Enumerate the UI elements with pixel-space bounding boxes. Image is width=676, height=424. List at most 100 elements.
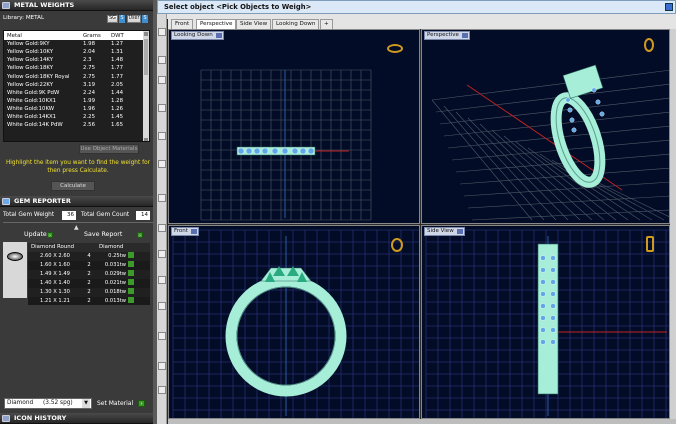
point-tool-icon[interactable]	[158, 56, 166, 64]
tab-looking-down[interactable]: Looking Down	[272, 19, 320, 29]
command-bar-toggle-icon[interactable]	[665, 3, 673, 11]
total-gem-count-label: Total Gem Count	[81, 212, 130, 218]
total-gem-weight-label: Total Gem Weight	[3, 212, 55, 218]
gem-mark	[599, 111, 605, 117]
gem-mark	[261, 147, 269, 155]
grams-column-header[interactable]: Grams	[80, 31, 108, 40]
metal-row[interactable]: Yellow Gold:22KY 3.19 2.05	[4, 81, 144, 89]
gem-mark	[550, 267, 556, 273]
gem-type-column-header[interactable]: Diamond	[99, 243, 123, 252]
side-ring-icon	[646, 236, 654, 252]
gem-row[interactable]: 2.60 X 2.60 4 0.25tw	[28, 252, 150, 261]
user-button[interactable]: User	[127, 15, 141, 23]
circle-tool-icon[interactable]	[158, 194, 166, 202]
line-tool-icon[interactable]	[158, 76, 166, 84]
metal-dwt: 1.44	[111, 89, 124, 96]
diamond-select[interactable]: Diamond (3.52 spg) ▼	[4, 398, 92, 409]
gem-row-arrow-icon[interactable]	[126, 288, 150, 297]
metal-grams: 2.25	[83, 114, 96, 121]
icon-history-icon	[2, 415, 10, 422]
tab-side-view[interactable]: Side View	[236, 19, 272, 29]
viewport-label-looking-down[interactable]: Looking Down	[171, 31, 224, 40]
gem-mark	[540, 339, 546, 345]
viewport-label-perspective[interactable]: Perspective	[424, 31, 470, 40]
polygon-tool-icon[interactable]	[158, 224, 166, 232]
metal-dwt: 1.77	[111, 65, 124, 72]
set-material-arrow-icon[interactable]: ›	[138, 400, 145, 407]
save-report-arrow-icon[interactable]: ›	[137, 232, 143, 239]
sg-button[interactable]: SG	[107, 15, 118, 23]
viewport-looking-down[interactable]: Looking Down	[168, 29, 420, 224]
tab-front[interactable]: Front	[171, 19, 194, 29]
front-ring-icon	[391, 238, 403, 252]
scroll-up-icon[interactable]	[144, 32, 148, 36]
gem-row-arrow-icon[interactable]	[126, 252, 150, 261]
solid-tool-icon[interactable]	[158, 276, 166, 284]
viewport-perspective[interactable]: Perspective	[421, 29, 670, 224]
metal-dwt: 1.31	[111, 49, 124, 56]
grid-line	[431, 99, 533, 221]
surface-tool-icon[interactable]	[158, 250, 166, 258]
metal-table-scrollbar[interactable]	[143, 31, 149, 141]
gem-shape-column-header[interactable]: Diamond Round	[31, 243, 74, 252]
update-arrow-icon[interactable]: ›	[47, 232, 53, 239]
metal-row[interactable]: Yellow Gold:9KY 1.98 1.27	[4, 40, 144, 48]
metal-row[interactable]: Yellow Gold:14KY 2.3 1.48	[4, 56, 144, 64]
gem-row-arrow-icon[interactable]	[126, 261, 150, 270]
metal-column-header[interactable]: Metal	[4, 31, 80, 40]
metal-row[interactable]: White Gold:10KW 1.96 1.26	[4, 105, 144, 113]
tab-perspective[interactable]: Perspective	[196, 19, 237, 29]
metal-weights-header: METAL WEIGHTS	[0, 0, 156, 11]
diamond-select-value: (3.52 spg)	[43, 400, 73, 406]
select-tool-icon[interactable]	[158, 28, 166, 36]
set-material-button[interactable]: Set Material	[97, 400, 133, 407]
library-label: Library: METAL	[3, 15, 45, 21]
metal-row[interactable]: White Gold:9K PdW 2.24 1.44	[4, 89, 144, 97]
metal-dwt: 1.28	[111, 98, 124, 105]
metal-row[interactable]: Yellow Gold:18KY Royal 2.75 1.77	[4, 73, 144, 81]
viewport-front[interactable]: Front	[168, 225, 420, 419]
gem-row-arrow-icon[interactable]	[126, 279, 150, 288]
arc-tool-icon[interactable]	[158, 132, 166, 140]
grid-line	[463, 181, 669, 197]
use-object-materials-button[interactable]: Use Object Materials	[79, 144, 139, 154]
gem-row-arrow-icon[interactable]	[126, 270, 150, 279]
metal-grams: 3.19	[83, 81, 96, 88]
sg-settings-button[interactable]: S	[119, 15, 125, 23]
gem-row[interactable]: 1.40 X 1.40 2 0.021tw	[28, 279, 150, 288]
viewport-label-front[interactable]: Front	[171, 227, 199, 236]
mesh-tool-icon[interactable]	[158, 302, 166, 310]
scroll-down-icon[interactable]	[144, 138, 148, 141]
tab-add[interactable]: +	[320, 19, 333, 29]
metal-row[interactable]: White Gold:14K PdW 2.56 1.65	[4, 121, 144, 129]
render-tool-icon[interactable]	[158, 386, 166, 394]
metal-row[interactable]: Yellow Gold:18KY 2.75 1.77	[4, 64, 144, 72]
chevron-down-icon[interactable]: ▼	[82, 399, 90, 408]
gem-row[interactable]: 1.49 X 1.49 2 0.029tw	[28, 270, 150, 279]
save-report-button[interactable]: Save Report	[84, 231, 122, 238]
update-button[interactable]: Update	[24, 231, 47, 238]
metal-row[interactable]: White Gold:10KX1 1.99 1.28	[4, 97, 144, 105]
dwt-column-header[interactable]: DWT	[108, 31, 144, 40]
gem-row[interactable]: 1.60 X 1.60 2 0.031tw	[28, 261, 150, 270]
metal-row[interactable]: White Gold:14KX1 2.25 1.45	[4, 113, 144, 121]
curve-tool-icon[interactable]	[158, 104, 166, 112]
calculate-button[interactable]: Calculate	[51, 181, 95, 191]
expand-arrow-icon[interactable]: ▲	[74, 224, 79, 231]
grid-line	[467, 195, 669, 209]
icon-history-title: ICON HISTORY	[14, 414, 67, 422]
metal-dwt: 1.27	[111, 41, 124, 48]
metal-table: Metal Grams DWT Yellow Gold:9KY 1.98 1.27 Y…	[3, 30, 150, 142]
viewport-side-view[interactable]: Side View	[421, 225, 670, 419]
gem-mark	[540, 255, 546, 261]
gem-row[interactable]: 1.30 X 1.30 2 0.018tw	[28, 288, 150, 297]
metal-row[interactable]: Yellow Gold:10KY 2.04 1.31	[4, 48, 144, 56]
user-settings-button[interactable]: S	[142, 15, 148, 23]
command-bar[interactable]: Select object <Pick Objects to Weigh>	[157, 0, 676, 14]
viewport-scrollbar[interactable]	[670, 29, 676, 419]
analyze-tool-icon[interactable]	[158, 362, 166, 370]
scroll-thumb[interactable]	[144, 39, 148, 75]
transform-tool-icon[interactable]	[158, 332, 166, 340]
viewport-label-side-view[interactable]: Side View	[424, 227, 465, 236]
rectangle-tool-icon[interactable]	[158, 160, 166, 168]
